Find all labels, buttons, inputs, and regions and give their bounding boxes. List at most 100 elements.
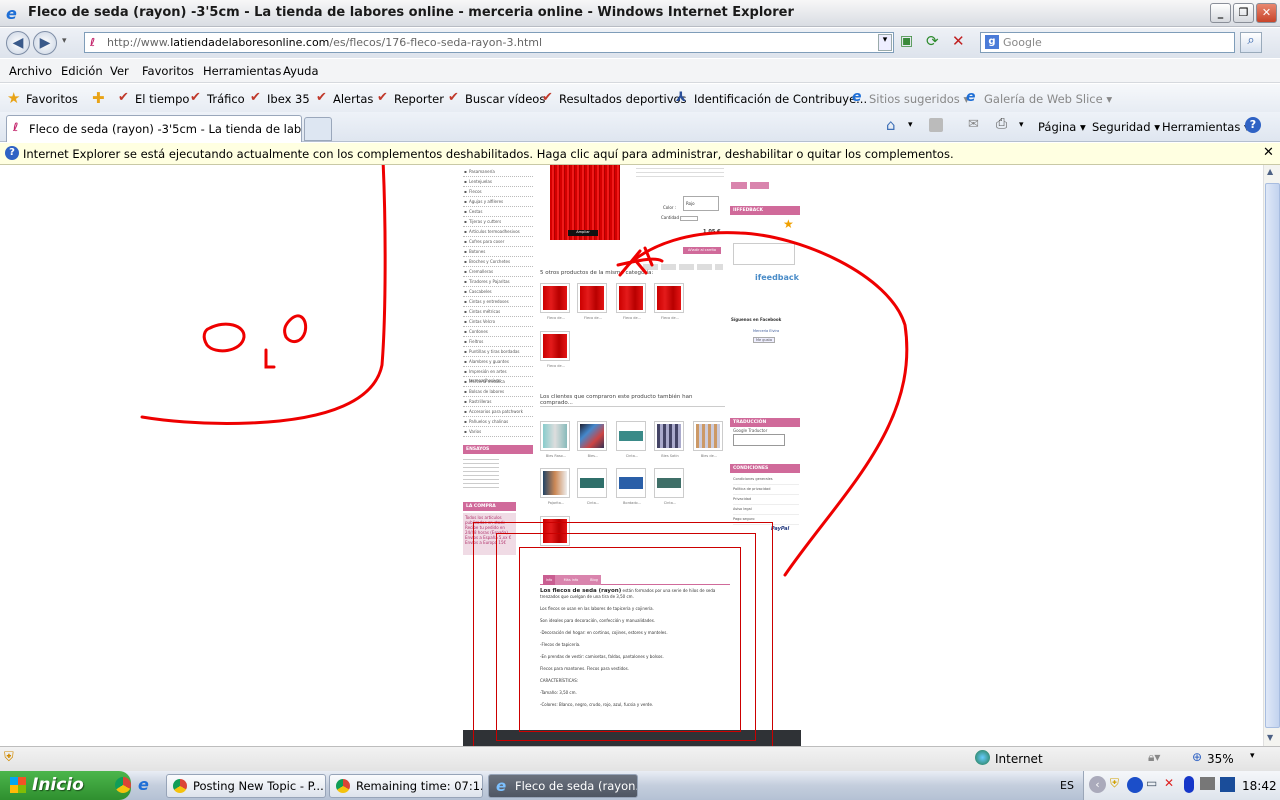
condition-link[interactable]: Política de privacidad xyxy=(733,485,799,495)
category-item[interactable]: Broches y Corchetes xyxy=(463,257,533,267)
stop-icon[interactable]: ✕ xyxy=(952,32,965,50)
history-dropdown-icon[interactable]: ▾ xyxy=(62,36,67,46)
menu-ver[interactable]: Ver xyxy=(110,64,129,78)
monitor-icon[interactable] xyxy=(1200,777,1215,790)
page-menu[interactable]: Página ▾ xyxy=(1038,120,1086,134)
category-item[interactable]: Alambres y guantes xyxy=(463,357,533,367)
product-thumb[interactable]: Bies de... xyxy=(693,421,723,458)
condition-link[interactable]: Condiciones generales xyxy=(733,475,799,485)
zoom-dropdown-icon[interactable]: ▾ xyxy=(1250,751,1255,761)
scrollbar-thumb[interactable] xyxy=(1265,183,1280,728)
print-dropdown-icon[interactable]: ▾ xyxy=(1019,120,1024,130)
category-item[interactable]: Cintas y entredoses xyxy=(463,297,533,307)
favorites-button[interactable]: Favoritos xyxy=(26,92,78,106)
compatibility-view-icon[interactable]: ▣ xyxy=(900,33,913,49)
search-button[interactable]: ⌕ xyxy=(1240,32,1262,53)
scroll-down-icon[interactable]: ▼ xyxy=(1267,733,1273,742)
category-item[interactable]: Flecos xyxy=(463,187,533,197)
app-tray-icon[interactable] xyxy=(1220,777,1235,792)
network-disconnected-icon[interactable]: ✕ xyxy=(1164,776,1174,790)
home-dropdown-icon[interactable]: ▾ xyxy=(908,120,913,130)
category-item[interactable]: Cascabeles xyxy=(463,287,533,297)
product-thumb[interactable]: Fleco de... xyxy=(654,283,684,320)
security-menu[interactable]: Seguridad ▾ xyxy=(1092,120,1160,134)
color-select[interactable]: Rojo xyxy=(683,196,719,211)
taskbar-item-remaining[interactable]: Remaining time: 07:1... xyxy=(329,774,483,798)
fav-galeria-webslice[interactable]: Galería de Web Slice ▾ xyxy=(984,92,1112,106)
product-thumb[interactable]: Cinta... xyxy=(654,468,684,505)
chrome-quicklaunch-icon[interactable] xyxy=(115,777,131,793)
category-item[interactable]: Accesorios para patchwork xyxy=(463,407,533,417)
help-icon[interactable]: ? xyxy=(1245,117,1261,133)
start-button[interactable]: Inicio xyxy=(0,771,131,800)
share-buttons[interactable] xyxy=(643,264,723,270)
tools-menu[interactable]: Herramientas ▾ xyxy=(1162,120,1250,134)
address-input[interactable]: ℓ http://www.latiendadelaboresonline.com… xyxy=(84,32,894,53)
product-image[interactable]: Ampliar xyxy=(550,165,620,240)
fav-trafico[interactable]: Tráfico xyxy=(207,92,245,106)
menu-herramientas[interactable]: Herramientas xyxy=(203,64,281,78)
taskbar-item-posting[interactable]: Posting New Topic - P... xyxy=(166,774,326,798)
facebook-like-button[interactable]: Me gusta xyxy=(753,337,776,343)
home-icon[interactable]: ⌂ xyxy=(886,116,896,134)
product-thumb[interactable]: Fleco de... xyxy=(540,331,570,368)
protected-mode-icon[interactable]: 🔒︎▾ xyxy=(1148,750,1160,765)
vertical-scrollbar[interactable]: ▲ ▼ xyxy=(1263,165,1280,746)
print-icon[interactable]: ⎙ xyxy=(996,116,1007,132)
fav-reporter[interactable]: Reporter xyxy=(394,92,444,106)
information-bar[interactable]: ? Internet Explorer se está ejecutando a… xyxy=(0,143,1280,165)
category-item[interactable]: Puntillas y tiras bordadas xyxy=(463,347,533,357)
condition-link[interactable]: Aviso legal xyxy=(733,505,799,515)
tab-active[interactable]: ℓ Fleco de seda (rayon) -3'5cm - La tien… xyxy=(6,115,302,142)
address-dropdown-button[interactable]: ▾ xyxy=(878,34,892,51)
minimize-button[interactable]: _ xyxy=(1210,3,1231,23)
category-item[interactable]: Agujas y alfileres xyxy=(463,197,533,207)
product-thumb[interactable]: Fleco de... xyxy=(577,283,607,320)
language-indicator[interactable]: ES xyxy=(1060,779,1074,792)
fav-ibex[interactable]: Ibex 35 xyxy=(267,92,310,106)
rss-feed-icon[interactable] xyxy=(929,118,943,132)
scroll-up-icon[interactable]: ▲ xyxy=(1267,167,1273,176)
product-thumb[interactable]: Pajarita... xyxy=(540,468,570,505)
fav-buscar-videos[interactable]: Buscar vídeos xyxy=(465,92,545,106)
bluetooth-icon[interactable] xyxy=(1184,776,1194,793)
category-item[interactable]: Impresión en artes termoadhesivas xyxy=(463,367,533,383)
ifeedback-logo[interactable]: ifeedback xyxy=(755,273,799,282)
new-tab-button[interactable] xyxy=(304,117,332,141)
back-button[interactable]: ◀ xyxy=(6,31,30,55)
wireless-icon[interactable]: ▭ xyxy=(1146,776,1157,790)
category-item[interactable]: Cintas Velcro xyxy=(463,317,533,327)
right-button[interactable] xyxy=(750,182,769,189)
category-item[interactable]: Varios xyxy=(463,427,533,437)
security-alert-icon[interactable]: ⛨ xyxy=(1110,776,1119,791)
language-select[interactable] xyxy=(733,434,785,446)
show-hidden-icons-button[interactable]: ‹ xyxy=(1089,776,1106,793)
product-thumb[interactable]: Bordado... xyxy=(616,468,646,505)
security-shield-icon[interactable]: ⛨ xyxy=(4,750,14,765)
fav-sitios-sugeridos[interactable]: Sitios sugeridos ▾ xyxy=(869,92,969,106)
category-item[interactable]: Artículos termoadhesivos xyxy=(463,227,533,237)
category-item[interactable]: Bolsas de labores xyxy=(463,387,533,397)
taskbar-item-ie[interactable]: e Fleco de seda (rayon... xyxy=(488,774,638,798)
quantity-input[interactable] xyxy=(680,216,698,221)
condition-link[interactable]: Privacidad xyxy=(733,495,799,505)
network-icon[interactable] xyxy=(1127,777,1143,793)
category-item[interactable]: Cremalleras xyxy=(463,267,533,277)
category-item[interactable]: Botones xyxy=(463,247,533,257)
menu-edicion[interactable]: Edición xyxy=(61,64,103,78)
category-item[interactable]: Pañuelos y chalinas xyxy=(463,417,533,427)
fav-identificacion[interactable]: Identificación de Contribuye... xyxy=(694,92,867,106)
zoom-level[interactable]: 35% xyxy=(1207,752,1234,766)
category-item[interactable]: Tijeras y cutters xyxy=(463,217,533,227)
category-item[interactable]: Cofres para coser xyxy=(463,237,533,247)
category-item[interactable]: Mercería metálica xyxy=(463,377,533,387)
fav-alertas[interactable]: Alertas xyxy=(333,92,373,106)
maximize-button[interactable]: ❐ xyxy=(1233,3,1254,23)
category-item[interactable]: Rastrilleras xyxy=(463,397,533,407)
category-item[interactable]: Lentejuelas xyxy=(463,177,533,187)
right-button[interactable] xyxy=(731,182,747,189)
add-favorite-icon[interactable]: ✚ xyxy=(92,89,105,107)
add-to-cart-button[interactable]: Añadir al carrito xyxy=(683,247,721,254)
infobar-message[interactable]: Internet Explorer se está ejecutando act… xyxy=(23,147,954,161)
product-thumb[interactable]: Bies Satin xyxy=(654,421,684,458)
